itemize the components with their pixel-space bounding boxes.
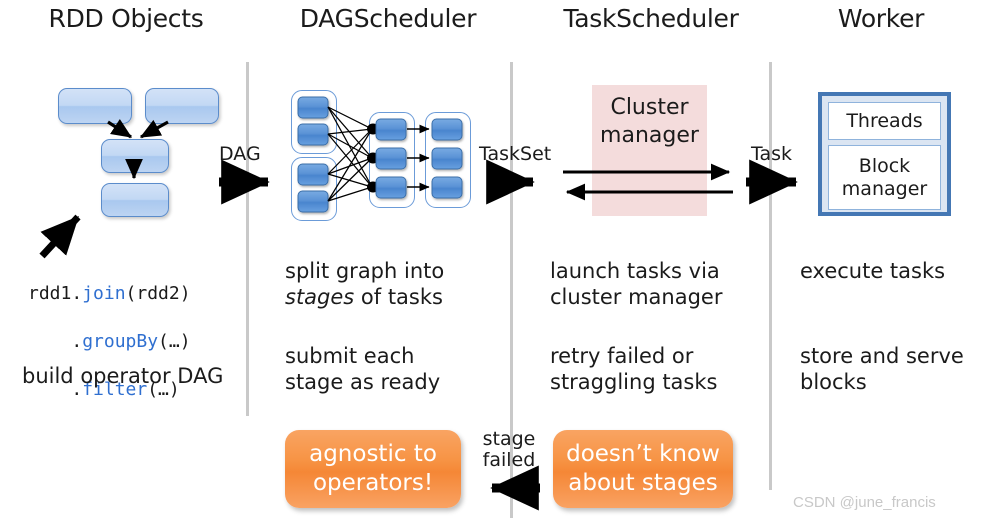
desc-store-serve-line2: blocks [800,370,867,394]
desc-retry-failed-line2: straggling tasks [550,370,718,394]
desc-store-serve-line1: store and serve [800,344,964,368]
desc-launch-tasks-line2: cluster manager [550,285,723,309]
stage-group-4 [425,112,471,208]
column-divider-1 [246,62,249,416]
desc-build-operator-dag: build operator DAG [22,364,224,388]
callout-agnostic-line2: operators! [312,470,434,496]
stage-group-2 [291,157,337,221]
desc-launch-tasks-line1: launch tasks via [550,259,720,283]
desc-split-graph: split graph into stages of tasks [285,258,444,310]
callout-agnostic-line1: agnostic to [309,441,437,467]
desc-submit-each-line1: submit each [285,344,415,368]
column-header-rdd-objects: RDD Objects [48,4,204,33]
desc-execute-tasks-line1: execute tasks [800,259,946,283]
desc-retry-failed-line1: retry failed or [550,344,694,368]
column-divider-3 [769,62,772,490]
code-line-2: .groupBy(…) [28,331,191,352]
callout-agnostic-to-operators: agnostic to operators! [285,430,461,508]
desc-split-graph-line1: split graph into [285,259,445,283]
desc-submit-each-line2: stage as ready [285,370,441,394]
desc-retry-failed: retry failed or straggling tasks [550,343,717,395]
rdd-box-c [101,139,169,173]
cluster-manager-label: Cluster manager [600,95,699,148]
callout-doesnt-know-line1: doesn’t know [566,441,720,467]
desc-execute-tasks: execute tasks [800,258,945,284]
connector-label-taskset: TaskSet [479,143,552,165]
rdd-box-d [101,183,169,217]
column-header-dag-scheduler: DAGScheduler [299,4,477,33]
column-header-worker: Worker [837,4,925,33]
desc-submit-each-stage: submit each stage as ready [285,343,440,395]
desc-store-serve-blocks: store and serve blocks [800,343,964,395]
stage-failed-label-line1: stage [482,428,536,450]
rdd-box-b [145,88,219,124]
cluster-manager-box: Cluster manager [592,85,707,216]
worker-box: Threads Block manager [818,92,951,216]
code-line-1: rdd1.join(rdd2) [28,283,191,304]
desc-split-graph-line2: stages of tasks [285,285,443,309]
worker-threads-box: Threads [828,102,941,140]
connector-label-dag: DAG [219,143,261,165]
desc-launch-tasks: launch tasks via cluster manager [550,258,722,310]
spark-architecture-diagram: RDD Objects DAGScheduler TaskScheduler W… [0,0,994,524]
watermark-csdn: CSDN @june_francis [793,494,936,511]
rdd-box-a [58,88,132,124]
stage-failed-label-line2: failed [482,449,536,471]
worker-block-manager-label-line1: Block [858,154,911,177]
callout-doesnt-know-about-stages: doesn’t know about stages [553,430,733,508]
connector-label-task: Task [751,143,793,165]
stage-group-1 [291,90,337,154]
worker-block-manager-box: Block manager [828,145,941,210]
stage-failed-label: stage failed [478,429,540,471]
column-header-task-scheduler: TaskScheduler [563,4,739,33]
stage-group-3 [369,112,415,208]
worker-block-manager-label-line2: manager [841,177,928,200]
stages-emphasis: stages [285,285,355,309]
worker-threads-label: Threads [846,109,923,132]
callout-doesnt-know-line2: about stages [568,470,718,496]
code-to-graph-pointer-arrow [39,214,81,259]
code-snippet: rdd1.join(rdd2) .groupBy(…) .filter(…) [28,258,191,426]
